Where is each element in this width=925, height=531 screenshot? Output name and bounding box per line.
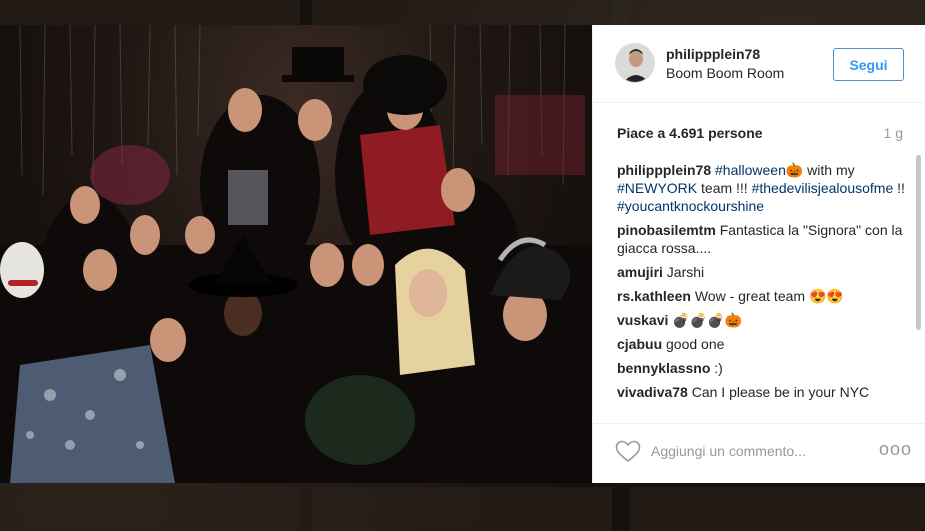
- comment-author[interactable]: cjabuu: [617, 336, 662, 352]
- comment-author[interactable]: rs.kathleen: [617, 288, 691, 304]
- heart-icon[interactable]: [615, 440, 641, 464]
- comments-list[interactable]: philippplein78 #halloween🎃 with my #NEWY…: [617, 161, 907, 415]
- scrollbar-thumb[interactable]: [916, 155, 921, 330]
- post-header: philippplein78 Boom Boom Room Segui: [593, 25, 925, 103]
- caption-text-fragment: team !!!: [697, 180, 752, 196]
- post-timestamp[interactable]: 1 g: [884, 125, 903, 141]
- caption-text-fragment: with my: [803, 162, 855, 178]
- comment-text: Wow - great team 😍😍: [694, 288, 844, 304]
- comment-item: cjabuu good one: [617, 335, 907, 353]
- post-caption: philippplein78 #halloween🎃 with my #NEWY…: [617, 161, 907, 215]
- location-link[interactable]: Boom Boom Room: [666, 65, 784, 81]
- comment-author[interactable]: pinobasilemtm: [617, 222, 716, 238]
- comment-author[interactable]: vivadiva78: [617, 384, 688, 400]
- party-group-photo: [0, 25, 592, 483]
- caption-text-fragment: !!: [893, 180, 905, 196]
- hashtag-link[interactable]: #halloween: [715, 162, 786, 178]
- comments-fade: [593, 403, 913, 417]
- comment-text: :): [714, 360, 723, 376]
- more-options-icon[interactable]: ooo: [879, 440, 911, 460]
- likes-count[interactable]: Piace a 4.691 persone: [617, 125, 763, 141]
- comment-text: Jarshi: [666, 264, 705, 280]
- comment-text: 💣💣💣🎃: [672, 312, 742, 328]
- hashtag-link[interactable]: #youcantknockourshine: [617, 198, 764, 214]
- comment-author[interactable]: vuskavi: [617, 312, 668, 328]
- comment-author[interactable]: amujiri: [617, 264, 663, 280]
- follow-button[interactable]: Segui: [833, 48, 904, 81]
- post-details-panel: philippplein78 Boom Boom Room Segui Piac…: [592, 25, 925, 483]
- hashtag-link[interactable]: #NEWYORK: [617, 180, 697, 196]
- comments-scrollbar[interactable]: [915, 155, 922, 417]
- comment-item: vuskavi 💣💣💣🎃: [617, 311, 907, 329]
- comment-item: bennyklassno :): [617, 359, 907, 377]
- pumpkin-emoji: 🎃: [785, 162, 804, 178]
- post-footer: ooo: [593, 423, 925, 483]
- post-photo[interactable]: [0, 25, 592, 483]
- hashtag-link[interactable]: #thedevilisjealousofme: [752, 180, 894, 196]
- comment-text: good one: [666, 336, 725, 352]
- comment-author[interactable]: bennyklassno: [617, 360, 710, 376]
- comment-item: amujiri Jarshi: [617, 263, 907, 281]
- caption-author[interactable]: philippplein78: [617, 162, 711, 178]
- comment-input[interactable]: [651, 440, 871, 462]
- comment-item: vivadiva78 Can I please be in your NYC: [617, 383, 907, 401]
- comment-item: pinobasilemtm Fantastica la "Signora" co…: [617, 221, 907, 257]
- comment-text: Can I please be in your NYC: [691, 384, 870, 400]
- comment-item: rs.kathleen Wow - great team 😍😍: [617, 287, 907, 305]
- profile-avatar-icon[interactable]: [615, 43, 655, 83]
- username-link[interactable]: philippplein78: [666, 46, 760, 62]
